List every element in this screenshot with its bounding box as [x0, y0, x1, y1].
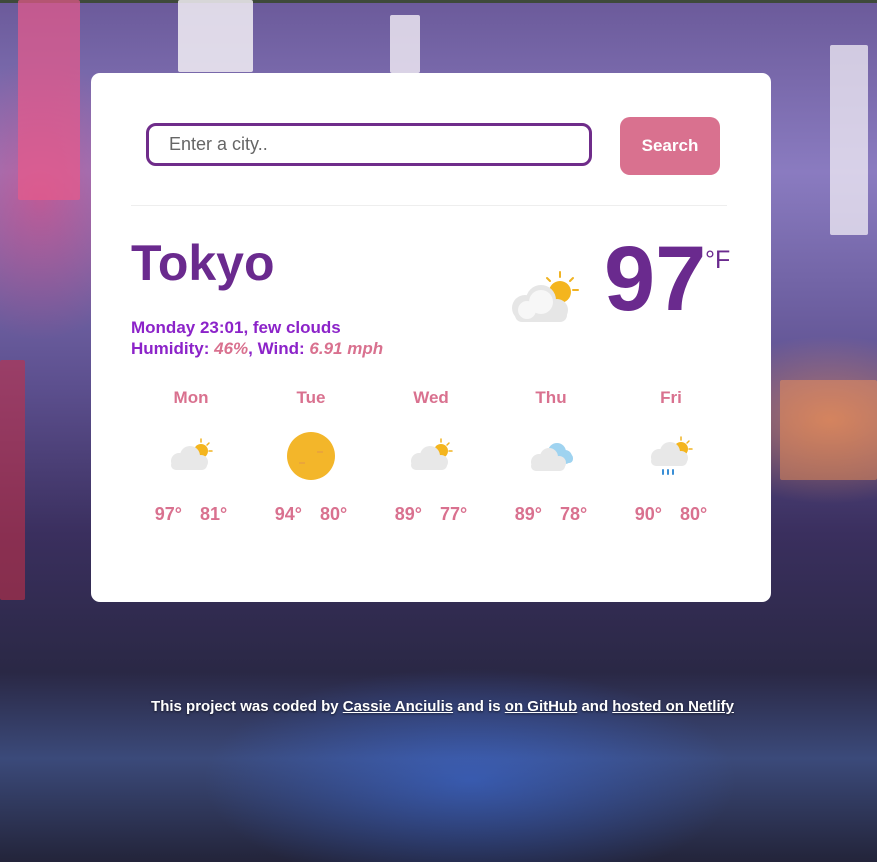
weather-description: few clouds	[252, 318, 341, 337]
forecast-day: Fri 90° 80°	[611, 388, 731, 525]
humidity-wind-line: Humidity: 46%, Wind: 6.91 mph	[131, 339, 384, 358]
current-temperature: 97	[604, 228, 707, 330]
forecast-max: 94°	[274, 504, 302, 524]
temperature-unit-toggle[interactable]: °F	[705, 246, 730, 275]
background-top-bar	[0, 0, 877, 3]
forecast-min: 80°	[320, 504, 348, 524]
wind-label: Wind:	[257, 339, 305, 358]
forecast-day-name: Wed	[413, 388, 449, 407]
footer-and: and	[581, 698, 609, 715]
humidity-label: Humidity:	[131, 339, 210, 358]
forecast-day-name: Tue	[296, 388, 326, 407]
humidity-value: 46%	[214, 339, 249, 358]
day-time: Monday 23:01	[131, 318, 244, 337]
few-clouds-icon	[512, 271, 579, 322]
wind-value: 6.91 mph	[309, 339, 384, 358]
forecast-max: 90°	[634, 504, 662, 524]
forecast-temps: 97° 81°	[131, 504, 251, 525]
forecast-min: 81°	[200, 504, 228, 524]
forecast-day-name: Fri	[660, 388, 682, 407]
forecast-day: Tue 94° 80°	[251, 388, 371, 525]
clear-sun-icon	[287, 432, 335, 480]
forecast-temps: 89° 78°	[491, 504, 611, 525]
date-description-line: Monday 23:01, few clouds	[131, 318, 341, 337]
weather-card: Search Tokyo Monday 23:01, few clouds Hu…	[91, 73, 771, 602]
forecast-max: 97°	[154, 504, 182, 524]
forecast-day: Wed 89° 77°	[371, 388, 491, 525]
github-link[interactable]: on GitHub	[505, 698, 577, 715]
few-clouds-icon	[171, 438, 213, 470]
city-search-input[interactable]	[146, 123, 592, 166]
footer-middle: and is	[457, 698, 501, 715]
forecast-temps: 94° 80°	[251, 504, 371, 525]
footer-prefix: This project was coded by	[151, 698, 339, 715]
forecast-min: 77°	[440, 504, 468, 524]
weather-details: Monday 23:01, few clouds Humidity: 46%, …	[131, 317, 383, 359]
rain-icon	[651, 436, 693, 475]
forecast-day-name: Mon	[173, 388, 209, 407]
search-button[interactable]: Search	[620, 117, 720, 175]
forecast-day: Mon 97° 81°	[131, 388, 251, 525]
forecast-day: Thu 89° 78°	[491, 388, 611, 525]
forecast-max: 89°	[394, 504, 422, 524]
forecast-temps: 89° 77°	[371, 504, 491, 525]
netlify-link[interactable]: hosted on Netlify	[612, 698, 734, 715]
few-clouds-icon	[411, 438, 453, 470]
clouds-icon	[531, 443, 573, 471]
forecast-min: 78°	[560, 504, 588, 524]
forecast-min: 80°	[680, 504, 708, 524]
footer: This project was coded by Cassie Anciuli…	[0, 698, 877, 715]
city-name: Tokyo	[131, 235, 275, 291]
author-link[interactable]: Cassie Anciulis	[343, 698, 453, 715]
forecast-max: 89°	[514, 504, 542, 524]
forecast-row: Mon 97° 81° Tue 94° 80° Wed 89° 77° Thu …	[131, 388, 731, 538]
forecast-day-name: Thu	[535, 388, 567, 407]
divider	[131, 205, 727, 206]
forecast-temps: 90° 80°	[611, 504, 731, 525]
